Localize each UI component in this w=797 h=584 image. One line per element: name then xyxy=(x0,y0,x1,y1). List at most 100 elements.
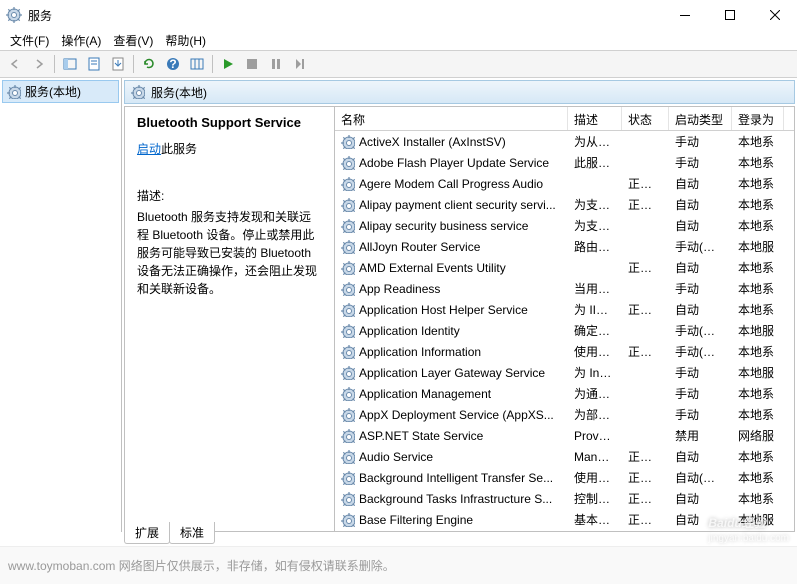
row-desc: 为支… xyxy=(568,217,622,234)
restart-service-button[interactable] xyxy=(289,53,311,75)
row-desc: 基本… xyxy=(568,511,622,528)
column-startup[interactable]: 启动类型 xyxy=(669,107,732,130)
row-logon: 本地服 xyxy=(732,322,784,339)
menu-file[interactable]: 文件(F) xyxy=(4,30,55,51)
service-row[interactable]: Application Identity确定…手动(触发…本地服 xyxy=(335,320,794,341)
row-status: 正在… xyxy=(622,301,669,318)
menu-view[interactable]: 查看(V) xyxy=(107,30,159,51)
row-desc: 使用… xyxy=(568,343,622,360)
service-row[interactable]: Alipay security business service为支…自动本地系 xyxy=(335,215,794,236)
row-startup: 手动 xyxy=(669,154,732,171)
row-startup: 手动 xyxy=(669,364,732,381)
row-logon: 本地系 xyxy=(732,175,784,192)
row-status: 正在… xyxy=(622,196,669,213)
svg-text:?: ? xyxy=(169,57,176,71)
columns-button[interactable] xyxy=(186,53,208,75)
row-name: AllJoyn Router Service xyxy=(359,240,480,254)
row-name: App Readiness xyxy=(359,282,440,296)
start-service-button[interactable] xyxy=(217,53,239,75)
service-row[interactable]: AMD External Events Utility正在…自动本地系 xyxy=(335,257,794,278)
panel-header-text: 服务(本地) xyxy=(151,84,207,101)
service-icon xyxy=(341,366,355,380)
service-row[interactable]: ASP.NET State ServiceProv…禁用网络服 xyxy=(335,425,794,446)
row-startup: 手动(触发… xyxy=(669,343,732,360)
menubar: 文件(F) 操作(A) 查看(V) 帮助(H) xyxy=(0,30,797,50)
service-icon xyxy=(341,240,355,254)
footer-text: www.toymoban.com 网络图片仅供展示，非存储，如有侵权请联系删除。 xyxy=(8,557,395,574)
row-name: Audio Service xyxy=(359,450,433,464)
service-row[interactable]: Adobe Flash Player Update Service此服…手动本地… xyxy=(335,152,794,173)
maximize-button[interactable] xyxy=(707,0,752,30)
row-name: Application Layer Gateway Service xyxy=(359,366,545,380)
row-startup: 手动 xyxy=(669,406,732,423)
export-button[interactable] xyxy=(107,53,129,75)
tab-extended[interactable]: 扩展 xyxy=(124,522,170,544)
service-icon xyxy=(341,324,355,338)
service-row[interactable]: Background Tasks Infrastructure S...控制…正… xyxy=(335,488,794,509)
forward-button[interactable] xyxy=(28,53,50,75)
service-row[interactable]: App Readiness当用…手动本地系 xyxy=(335,278,794,299)
service-row[interactable]: Application Information使用…正在…手动(触发…本地系 xyxy=(335,341,794,362)
row-name: Agere Modem Call Progress Audio xyxy=(359,177,543,191)
services-list: 名称 描述 状态 启动类型 登录为 ActiveX Installer (AxI… xyxy=(335,107,794,531)
column-description[interactable]: 描述 xyxy=(568,107,622,130)
row-startup: 手动 xyxy=(669,280,732,297)
stop-service-button[interactable] xyxy=(241,53,263,75)
service-icon xyxy=(341,513,355,527)
row-status: 正在… xyxy=(622,469,669,486)
service-row[interactable]: Agere Modem Call Progress Audio正在…自动本地系 xyxy=(335,173,794,194)
column-status[interactable]: 状态 xyxy=(622,107,669,130)
titlebar: 服务 xyxy=(0,0,797,30)
menu-action[interactable]: 操作(A) xyxy=(55,30,107,51)
row-startup: 自动 xyxy=(669,196,732,213)
row-logon: 本地系 xyxy=(732,196,784,213)
row-startup: 自动 xyxy=(669,490,732,507)
pause-service-button[interactable] xyxy=(265,53,287,75)
start-service-link[interactable]: 启动 xyxy=(137,142,161,156)
row-name: AMD External Events Utility xyxy=(359,261,506,275)
help-button[interactable]: ? xyxy=(162,53,184,75)
row-desc: 为 II… xyxy=(568,301,622,318)
back-button[interactable] xyxy=(4,53,26,75)
service-row[interactable]: Application Management为通…手动本地系 xyxy=(335,383,794,404)
row-logon: 本地系 xyxy=(732,301,784,318)
selected-service-name: Bluetooth Support Service xyxy=(137,115,322,130)
row-startup: 手动(触发… xyxy=(669,238,732,255)
row-status: 正在… xyxy=(622,175,669,192)
footer-notice: www.toymoban.com 网络图片仅供展示，非存储，如有侵权请联系删除。 xyxy=(0,546,797,584)
tree-services-local[interactable]: 服务(本地) xyxy=(2,80,119,103)
column-logon[interactable]: 登录为 xyxy=(732,107,784,130)
service-icon xyxy=(341,282,355,296)
service-row[interactable]: ActiveX Installer (AxInstSV)为从…手动本地系 xyxy=(335,131,794,152)
row-name: Application Host Helper Service xyxy=(359,303,528,317)
menu-help[interactable]: 帮助(H) xyxy=(159,30,212,51)
row-logon: 本地系 xyxy=(732,469,784,486)
service-row[interactable]: Background Intelligent Transfer Se...使用…… xyxy=(335,467,794,488)
service-row[interactable]: Application Layer Gateway Service为 In…手动… xyxy=(335,362,794,383)
column-name[interactable]: 名称 xyxy=(335,107,568,130)
properties-button[interactable] xyxy=(83,53,105,75)
service-icon xyxy=(341,261,355,275)
minimize-button[interactable] xyxy=(662,0,707,30)
service-row[interactable]: Application Host Helper Service为 II…正在…自… xyxy=(335,299,794,320)
refresh-button[interactable] xyxy=(138,53,160,75)
service-row[interactable]: Alipay payment client security servi...为… xyxy=(335,194,794,215)
tab-standard[interactable]: 标准 xyxy=(169,522,215,544)
close-button[interactable] xyxy=(752,0,797,30)
row-logon: 本地系 xyxy=(732,280,784,297)
row-name: Alipay payment client security servi... xyxy=(359,198,556,212)
service-row[interactable]: Audio ServiceMan…正在…自动本地系 xyxy=(335,446,794,467)
service-row[interactable]: AppX Deployment Service (AppXS...为部…手动本地… xyxy=(335,404,794,425)
service-row[interactable]: AllJoyn Router Service路由…手动(触发…本地服 xyxy=(335,236,794,257)
service-icon xyxy=(341,429,355,443)
service-icon xyxy=(341,492,355,506)
row-startup: 自动 xyxy=(669,217,732,234)
row-logon: 本地服 xyxy=(732,364,784,381)
show-hide-console-button[interactable] xyxy=(59,53,81,75)
row-desc: Man… xyxy=(568,450,622,464)
row-status: 正在… xyxy=(622,511,669,528)
row-name: Application Information xyxy=(359,345,481,359)
service-icon xyxy=(341,198,355,212)
row-startup: 自动 xyxy=(669,259,732,276)
row-status: 正在… xyxy=(622,259,669,276)
